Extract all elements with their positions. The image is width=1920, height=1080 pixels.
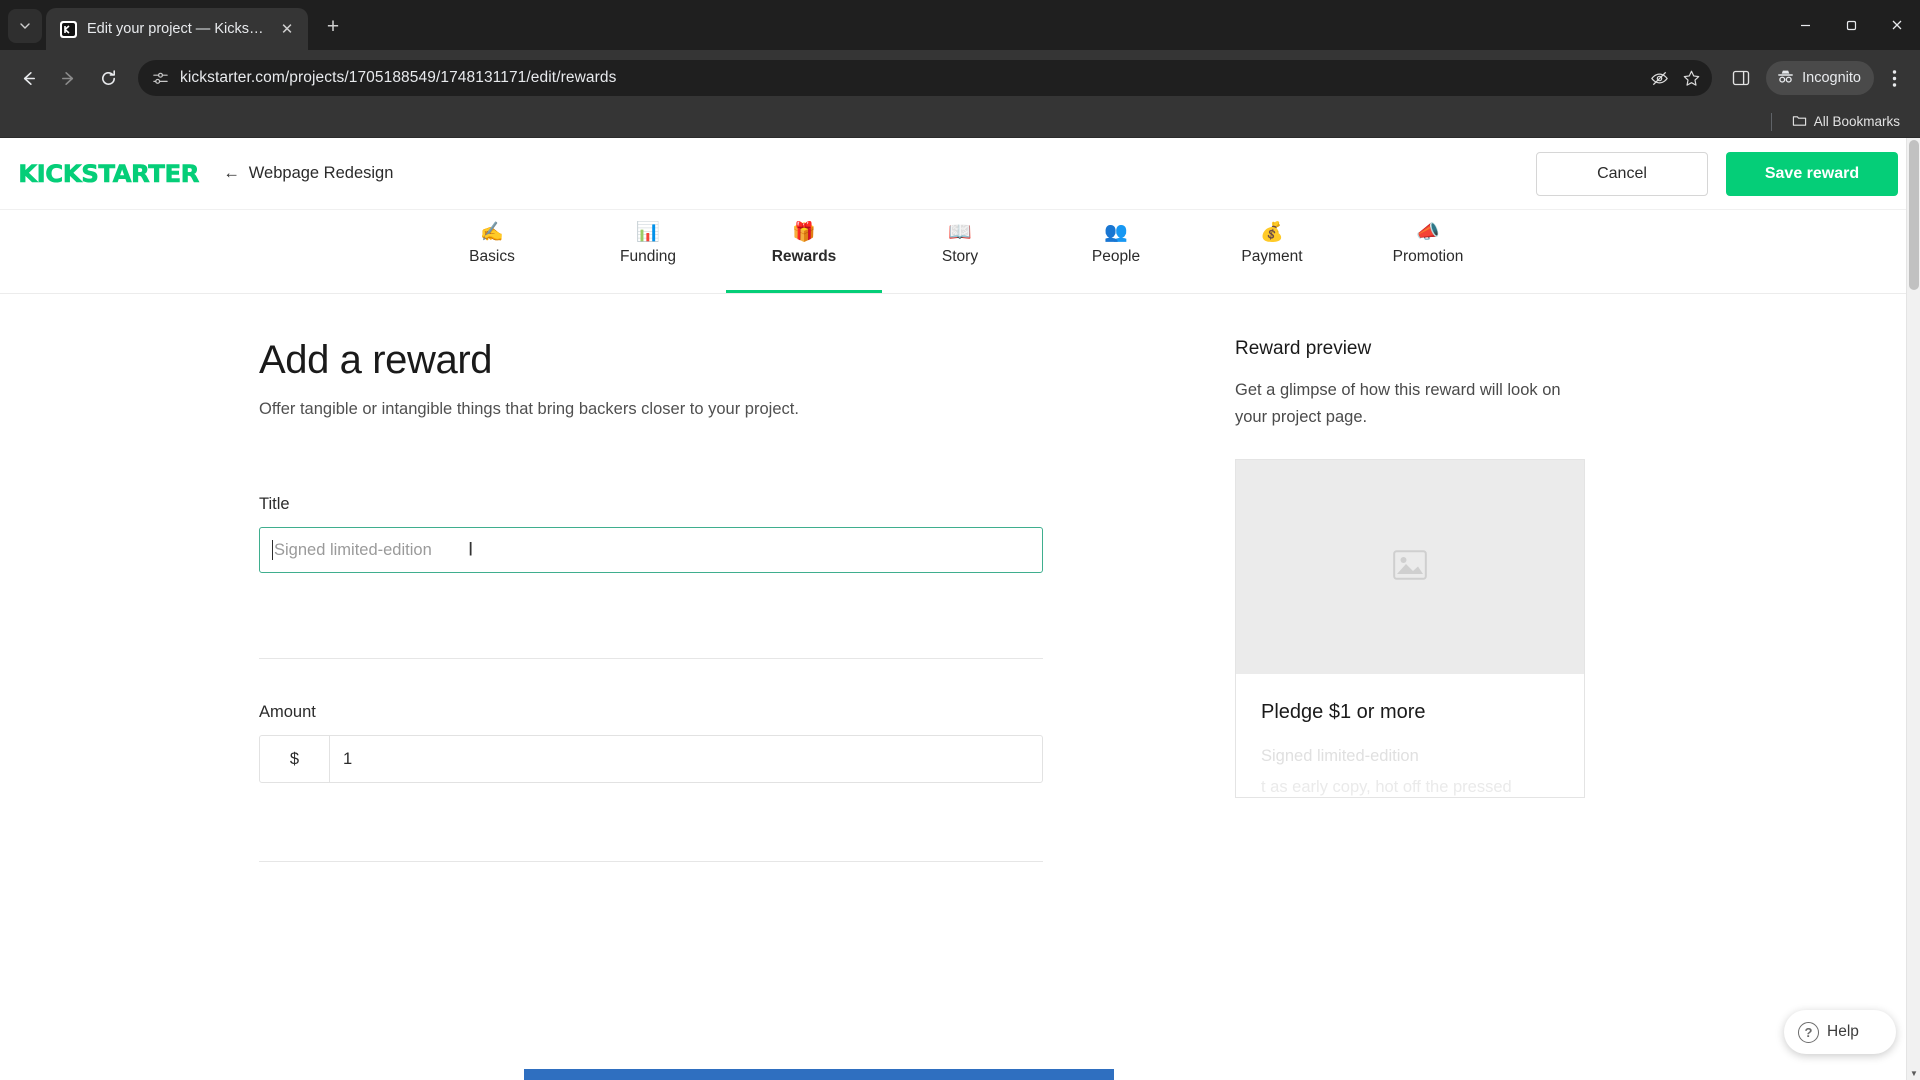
reload-button[interactable] xyxy=(90,60,126,96)
page-subtitle: Offer tangible or intangible things that… xyxy=(259,400,799,418)
kickstarter-logo[interactable]: KICKSTARTER xyxy=(18,159,200,188)
tab-rewards[interactable]: 🎁 Rewards xyxy=(726,214,882,293)
form-divider-1 xyxy=(259,658,1043,659)
image-placeholder-icon xyxy=(1393,550,1427,585)
title-input[interactable]: Signed limited-edition I xyxy=(259,527,1043,573)
amount-field-label: Amount xyxy=(259,703,316,721)
question-mark-icon: ? xyxy=(1798,1021,1819,1043)
window-controls xyxy=(1782,0,1920,50)
tab-funding[interactable]: 📊 Funding xyxy=(570,214,726,293)
selection-highlight-bar xyxy=(524,1069,1114,1080)
browser-window: Edit your project — Kickstarter ✕ + kick… xyxy=(0,0,1920,1080)
incognito-label: Incognito xyxy=(1802,70,1861,86)
bookmark-star-icon[interactable] xyxy=(1676,63,1706,93)
bookmarks-divider xyxy=(1770,112,1772,131)
help-widget-button[interactable]: ? Help xyxy=(1784,1010,1896,1054)
scroll-down-arrow-icon[interactable]: ▼ xyxy=(1907,1066,1920,1080)
back-to-project-link[interactable]: ← Webpage Redesign xyxy=(223,164,393,183)
kickstarter-header: KICKSTARTER ← Webpage Redesign Cancel Sa… xyxy=(0,138,1920,210)
megaphone-icon: 📣 xyxy=(1416,222,1440,243)
site-settings-icon[interactable] xyxy=(150,68,170,88)
tab-close-icon[interactable]: ✕ xyxy=(276,18,298,40)
browser-menu-button[interactable] xyxy=(1878,61,1910,95)
tab-promotion[interactable]: 📣 Promotion xyxy=(1350,214,1506,293)
address-bar-actions xyxy=(1644,63,1706,93)
side-panel-icon[interactable] xyxy=(1724,61,1758,95)
page-scrollbar[interactable]: ▲ ▼ xyxy=(1906,138,1920,1080)
save-reward-button[interactable]: Save reward xyxy=(1726,151,1898,196)
incognito-icon xyxy=(1776,67,1795,90)
bar-chart-icon: 📊 xyxy=(636,222,660,243)
content-inner: Add a reward Offer tangible or intangibl… xyxy=(255,338,1665,862)
pledge-reward-description: t as early copy, hot off the pressed xyxy=(1261,778,1512,797)
preview-image-placeholder xyxy=(1236,460,1584,675)
page-content: Add a reward Offer tangible or intangibl… xyxy=(0,294,1920,862)
tab-basics[interactable]: ✍️ Basics xyxy=(414,214,570,293)
preview-card: Pledge $1 or more Signed limited-edition… xyxy=(1235,459,1585,799)
text-caret xyxy=(272,540,273,560)
kickstarter-favicon xyxy=(60,20,77,38)
tab-people-label: People xyxy=(1091,248,1141,265)
title-field-label: Title xyxy=(259,495,290,513)
forward-button[interactable] xyxy=(50,60,86,96)
form-divider-2 xyxy=(259,861,1043,862)
window-close-button[interactable] xyxy=(1874,0,1920,50)
project-edit-tabs: ✍️ Basics 📊 Funding 🎁 Rewards 📖 Story 👥 … xyxy=(0,210,1920,294)
address-bar[interactable]: kickstarter.com/projects/1705188549/1748… xyxy=(138,60,1713,96)
tab-search-chevron-icon[interactable] xyxy=(8,9,42,43)
tab-story[interactable]: 📖 Story xyxy=(882,214,1038,293)
amount-field-block: Amount $ 1 xyxy=(259,703,1045,783)
pledge-title: Pledge $1 or more xyxy=(1261,701,1426,724)
tab-funding-label: Funding xyxy=(619,248,676,265)
tab-rewards-label: Rewards xyxy=(771,248,837,265)
text-cursor-icon: I xyxy=(468,539,474,561)
folder-icon xyxy=(1792,113,1807,131)
page-scrollbar-thumb[interactable] xyxy=(1909,140,1919,290)
amount-input-row[interactable]: $ 1 xyxy=(259,735,1043,783)
tab-people[interactable]: 👥 People xyxy=(1038,214,1194,293)
page-viewport: KICKSTARTER ← Webpage Redesign Cancel Sa… xyxy=(0,138,1920,1080)
incognito-profile-button[interactable]: Incognito xyxy=(1766,61,1874,95)
preview-description: Get a glimpse of how this reward will lo… xyxy=(1235,381,1561,426)
pledge-reward-title: Signed limited-edition xyxy=(1261,747,1419,766)
tracking-protection-icon[interactable] xyxy=(1644,63,1674,93)
all-bookmarks-label: All Bookmarks xyxy=(1813,114,1900,129)
tab-promotion-label: Promotion xyxy=(1392,248,1464,265)
gift-icon: 🎁 xyxy=(792,222,816,243)
back-arrow-icon: ← xyxy=(223,164,240,182)
book-icon: 📖 xyxy=(948,222,972,243)
bookmarks-bar: All Bookmarks xyxy=(0,106,1920,138)
browser-tabstrip: Edit your project — Kickstarter ✕ + xyxy=(0,0,1920,50)
reward-preview-column: Reward preview Get a glimpse of how this… xyxy=(1045,338,1585,862)
pencil-icon: ✍️ xyxy=(480,222,504,243)
browser-tab-active[interactable]: Edit your project — Kickstarter ✕ xyxy=(46,8,308,50)
tab-payment[interactable]: 💰 Payment xyxy=(1194,214,1350,293)
project-name-label: Webpage Redesign xyxy=(248,164,394,182)
back-button[interactable] xyxy=(10,60,46,96)
tab-basics-label: Basics xyxy=(469,248,515,265)
browser-toolbar: kickstarter.com/projects/1705188549/1748… xyxy=(0,50,1920,106)
title-input-placeholder: Signed limited-edition xyxy=(274,540,432,559)
preview-card-body: Pledge $1 or more Signed limited-edition… xyxy=(1236,674,1584,797)
browser-tab-title: Edit your project — Kickstarter xyxy=(87,21,266,37)
new-tab-button[interactable]: + xyxy=(318,12,348,42)
tab-payment-label: Payment xyxy=(1241,248,1303,265)
all-bookmarks-button[interactable]: All Bookmarks xyxy=(1786,110,1906,134)
preview-title: Reward preview xyxy=(1235,338,1372,359)
cancel-button[interactable]: Cancel xyxy=(1536,151,1708,196)
title-field-block: Title Signed limited-edition I xyxy=(259,495,1045,573)
address-bar-url: kickstarter.com/projects/1705188549/1748… xyxy=(180,69,617,86)
amount-input[interactable]: 1 xyxy=(330,736,1042,782)
window-minimize-button[interactable] xyxy=(1782,0,1828,50)
people-icon: 👥 xyxy=(1104,222,1128,243)
currency-symbol: $ xyxy=(260,736,330,782)
money-bag-icon: 💰 xyxy=(1260,222,1284,243)
window-maximize-button[interactable] xyxy=(1828,0,1874,50)
help-label: Help xyxy=(1827,1023,1859,1040)
tab-story-label: Story xyxy=(941,248,979,265)
reward-form-column: Add a reward Offer tangible or intangibl… xyxy=(255,338,1045,862)
page-title: Add a reward xyxy=(259,338,493,382)
